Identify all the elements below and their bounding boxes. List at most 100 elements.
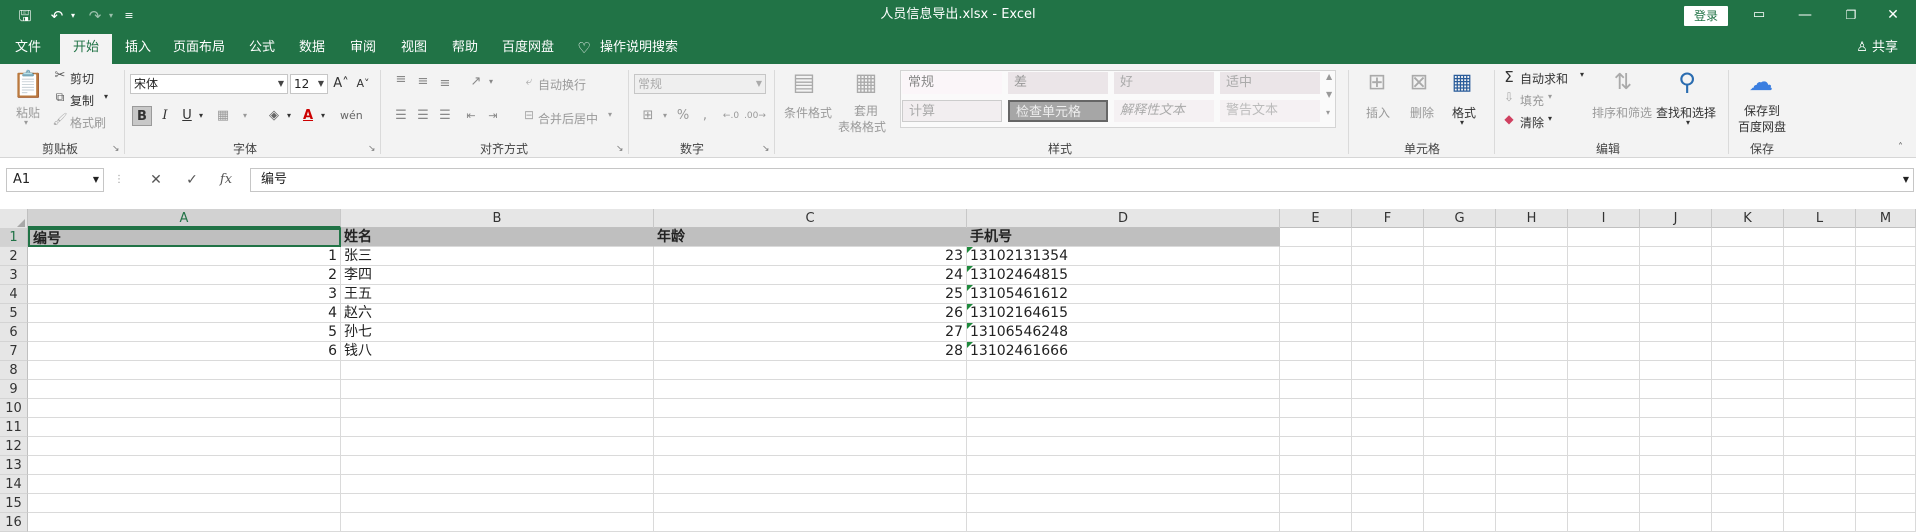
empty-cell[interactable] [1640, 247, 1712, 266]
number-launcher-icon[interactable]: ↘ [762, 144, 770, 154]
tab-home[interactable]: 开始 [60, 34, 112, 64]
more-options-icon[interactable]: ⋮ [114, 168, 124, 192]
empty-cell[interactable] [1280, 285, 1352, 304]
empty-cell[interactable] [1640, 323, 1712, 342]
empty-cell[interactable] [1640, 361, 1712, 380]
empty-cell[interactable] [1352, 399, 1424, 418]
font-name-combo[interactable]: 宋体 ▼ [130, 74, 288, 94]
collapse-ribbon-icon[interactable]: ˄ [1898, 142, 1903, 153]
empty-cell[interactable] [1640, 437, 1712, 456]
tab-file[interactable]: 文件 [6, 32, 50, 64]
empty-cell[interactable] [1568, 266, 1640, 285]
undo-icon[interactable]: ↶ [46, 4, 68, 28]
delete-cells-button[interactable]: 删除 [1410, 104, 1434, 121]
redo-dropdown-icon[interactable]: ▾ [106, 4, 116, 28]
empty-cell[interactable] [1640, 285, 1712, 304]
empty-cell[interactable] [1424, 228, 1496, 247]
format-as-table-icon[interactable]: ▦ [852, 68, 880, 96]
empty-cell[interactable] [1784, 323, 1856, 342]
empty-cell[interactable] [1424, 437, 1496, 456]
save-to-label-2[interactable]: 百度网盘 [1738, 118, 1786, 135]
empty-cell[interactable] [1640, 456, 1712, 475]
row-header[interactable]: 5 [0, 304, 28, 323]
empty-cell[interactable] [1280, 266, 1352, 285]
empty-cell[interactable] [341, 399, 654, 418]
empty-cell[interactable] [1856, 342, 1916, 361]
empty-cell[interactable] [1640, 228, 1712, 247]
empty-cell[interactable] [1640, 380, 1712, 399]
table-cell[interactable]: 13102164615 [967, 304, 1280, 323]
wrap-text-icon[interactable]: ⤶ [522, 74, 536, 89]
eraser-icon[interactable]: ◆ [1502, 112, 1516, 126]
empty-cell[interactable] [1424, 247, 1496, 266]
empty-cell[interactable] [1784, 437, 1856, 456]
column-header-d[interactable]: D [967, 209, 1280, 228]
table-cell[interactable]: 1 [28, 247, 341, 266]
empty-cell[interactable] [654, 475, 967, 494]
empty-cell[interactable] [28, 494, 341, 513]
empty-cell[interactable] [1568, 437, 1640, 456]
format-as-table-label-2[interactable]: 表格格式 [838, 118, 886, 135]
italic-button[interactable]: I [156, 106, 174, 126]
table-cell[interactable]: 23 [654, 247, 967, 266]
empty-cell[interactable] [1496, 285, 1568, 304]
empty-cell[interactable] [1352, 456, 1424, 475]
formula-input[interactable]: 编号 ▼ [250, 168, 1914, 192]
column-header-e[interactable]: E [1280, 209, 1352, 228]
header-cell[interactable]: 年龄 [654, 228, 967, 247]
empty-cell[interactable] [1352, 361, 1424, 380]
format-painter-icon[interactable]: 🖌 [52, 112, 68, 126]
gallery-down-icon[interactable]: ▼ [1326, 90, 1332, 99]
table-cell[interactable]: 25 [654, 285, 967, 304]
decrease-font-size-icon[interactable]: A˅ [354, 74, 372, 94]
wrap-text-button[interactable]: 自动换行 [538, 76, 586, 93]
empty-cell[interactable] [1280, 475, 1352, 494]
number-format-combo[interactable]: 常规 ▼ [634, 74, 766, 94]
row-header[interactable]: 13 [0, 456, 28, 475]
empty-cell[interactable] [1496, 456, 1568, 475]
tab-review[interactable]: 审阅 [343, 32, 383, 64]
conditional-format-icon[interactable]: ▤ [790, 68, 818, 96]
format-dropdown-icon[interactable]: ▾ [1460, 118, 1464, 127]
column-header-g[interactable]: G [1424, 209, 1496, 228]
empty-cell[interactable] [1424, 361, 1496, 380]
empty-cell[interactable] [1640, 342, 1712, 361]
empty-cell[interactable] [1496, 342, 1568, 361]
empty-cell[interactable] [1856, 247, 1916, 266]
table-cell[interactable]: 13102131354 [967, 247, 1280, 266]
empty-cell[interactable] [967, 513, 1280, 532]
empty-cell[interactable] [341, 361, 654, 380]
empty-cell[interactable] [1640, 304, 1712, 323]
fill-color-icon[interactable]: ◈ [264, 106, 284, 126]
empty-cell[interactable] [1424, 475, 1496, 494]
empty-cell[interactable] [654, 456, 967, 475]
empty-cell[interactable] [1352, 475, 1424, 494]
empty-cell[interactable] [1424, 399, 1496, 418]
autosum-button[interactable]: 自动求和 [1520, 70, 1568, 87]
comma-style-icon[interactable]: , [696, 106, 714, 126]
minimize-icon[interactable]: — [1782, 0, 1828, 32]
cancel-icon[interactable]: ✕ [144, 168, 168, 192]
align-top-icon[interactable]: ≡ [392, 70, 410, 90]
column-header-j[interactable]: J [1640, 209, 1712, 228]
clipboard-launcher-icon[interactable]: ↘ [112, 144, 120, 154]
empty-cell[interactable] [1352, 342, 1424, 361]
empty-cell[interactable] [1496, 380, 1568, 399]
insert-cells-button[interactable]: 插入 [1366, 104, 1390, 121]
merge-center-button[interactable]: 合并后居中 [538, 110, 598, 127]
empty-cell[interactable] [1856, 437, 1916, 456]
undo-dropdown-icon[interactable]: ▾ [68, 4, 78, 28]
empty-cell[interactable] [1424, 323, 1496, 342]
active-cell-a1[interactable]: 编号 [28, 228, 341, 247]
empty-cell[interactable] [967, 494, 1280, 513]
empty-cell[interactable] [654, 513, 967, 532]
empty-cell[interactable] [341, 494, 654, 513]
font-launcher-icon[interactable]: ↘ [368, 144, 376, 154]
delete-cells-icon[interactable]: ⊠ [1406, 70, 1432, 95]
decrease-decimal-icon[interactable]: .00→ [744, 106, 766, 126]
fill-down-icon[interactable]: ⇩ [1502, 90, 1516, 104]
empty-cell[interactable] [1424, 285, 1496, 304]
empty-cell[interactable] [967, 361, 1280, 380]
tab-help[interactable]: 帮助 [445, 32, 485, 64]
empty-cell[interactable] [1496, 475, 1568, 494]
